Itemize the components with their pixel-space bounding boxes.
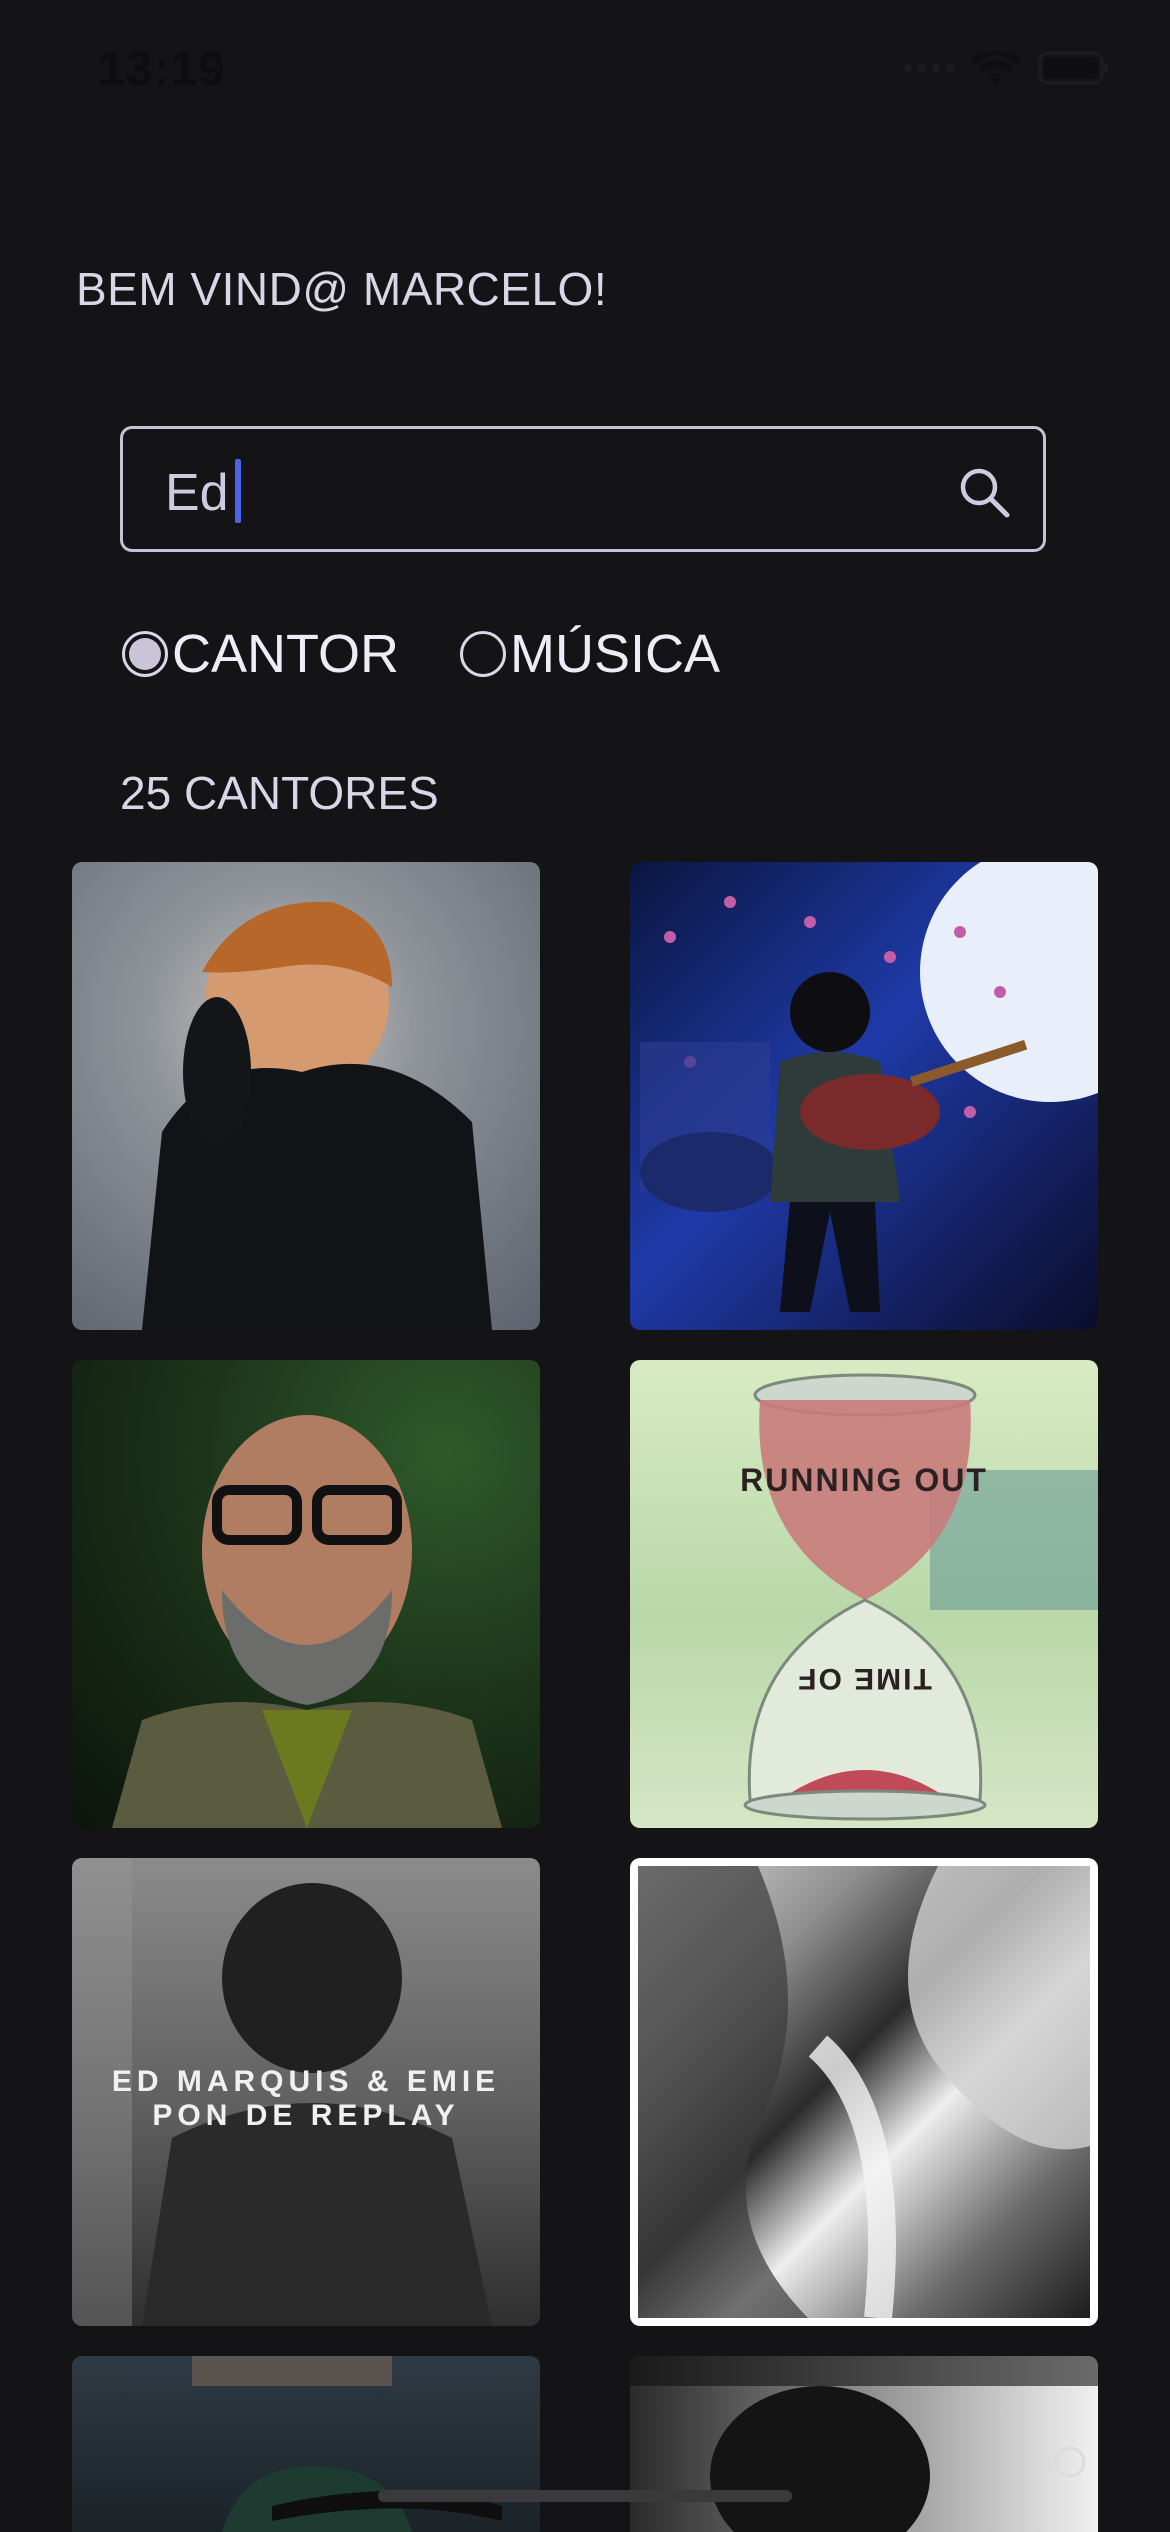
radio-musica[interactable]: MÚSICA (460, 623, 720, 685)
artist-photo (192, 2356, 502, 2532)
album-text-bottom: TIME OF (796, 1662, 932, 1695)
artist-card-8[interactable] (630, 2356, 1098, 2532)
status-icons (904, 50, 1110, 86)
radio-cantor-label[interactable]: CANTOR (172, 623, 399, 685)
artist-card-7[interactable] (72, 2356, 540, 2532)
search-icon[interactable] (957, 465, 1013, 521)
album-art (638, 1866, 1090, 2320)
artist-card-3[interactable] (72, 1360, 540, 1828)
artist-card-5[interactable]: ED MARQUIS & EMIE PON DE REPLAY (72, 1858, 540, 2326)
search-input[interactable]: Ed (120, 426, 1046, 552)
radio-cantor-circle[interactable] (122, 631, 168, 677)
status-time: 13:19 (98, 43, 226, 96)
artist-card-6[interactable] (630, 1858, 1098, 2326)
artist-photo (630, 2356, 1098, 2532)
artist-photo (142, 901, 492, 1330)
album-text-line2: PON DE REPLAY (152, 2099, 460, 2132)
album-text-line1: ED MARQUIS & EMIE (111, 2065, 501, 2098)
radio-musica-circle[interactable] (460, 631, 506, 677)
artist-card-4[interactable]: RUNNING OUT TIME OF (630, 1360, 1098, 1828)
search-value[interactable]: Ed (165, 463, 229, 523)
radio-selected-dot (129, 638, 161, 670)
text-caret (235, 459, 241, 523)
album-art (743, 1373, 1098, 1821)
home-indicator[interactable] (378, 2490, 792, 2502)
album-text-top: RUNNING OUT (740, 1462, 988, 1498)
artist-photo (640, 862, 1098, 1312)
artist-photo (112, 1415, 502, 1828)
radio-cantor[interactable]: CANTOR (122, 623, 399, 685)
artist-card-2[interactable] (630, 862, 1098, 1330)
signal-icon (904, 64, 954, 72)
results-count: 25 CANTORES (120, 767, 439, 819)
radio-musica-label[interactable]: MÚSICA (510, 623, 720, 685)
status-bar: 13:19 (0, 0, 1170, 140)
greeting-title: BEM VIND@ MARCELO! (76, 263, 608, 315)
artist-card-1[interactable] (72, 862, 540, 1330)
wifi-icon (972, 50, 1020, 84)
battery-icon (1038, 51, 1108, 85)
